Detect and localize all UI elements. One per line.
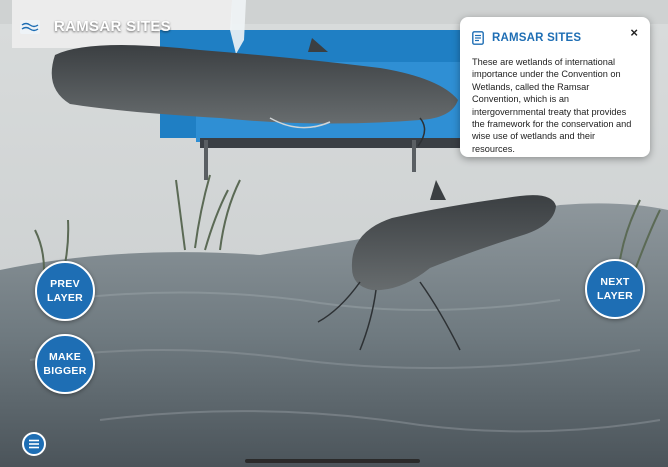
make-bigger-label-line2: BIGGER: [43, 365, 87, 377]
make-bigger-button[interactable]: MAKE BIGGER: [35, 334, 95, 394]
home-indicator[interactable]: [245, 459, 420, 463]
document-icon: [472, 31, 484, 45]
app-header: RAMSAR SITES: [20, 18, 171, 35]
next-layer-label-line1: NEXT: [600, 276, 630, 288]
prev-layer-label-line2: LAYER: [46, 292, 84, 304]
menu-button[interactable]: [22, 432, 46, 456]
info-card-title: RAMSAR SITES: [492, 32, 582, 44]
info-card: RAMSAR SITES × These are wetlands of int…: [460, 17, 650, 157]
next-layer-button[interactable]: NEXT LAYER: [585, 259, 645, 319]
ramsar-logo-icon: [20, 19, 40, 34]
prev-layer-button[interactable]: PREV LAYER: [35, 261, 95, 321]
app-title: RAMSAR SITES: [54, 18, 171, 35]
next-layer-label-line2: LAYER: [596, 290, 634, 302]
info-card-header: RAMSAR SITES: [472, 29, 638, 47]
close-icon[interactable]: ×: [630, 25, 638, 40]
info-card-description: These are wetlands of international impo…: [472, 57, 632, 154]
menu-icon: [29, 439, 39, 449]
prev-layer-label-line1: PREV: [50, 278, 80, 290]
make-bigger-label-line1: MAKE: [48, 351, 82, 363]
